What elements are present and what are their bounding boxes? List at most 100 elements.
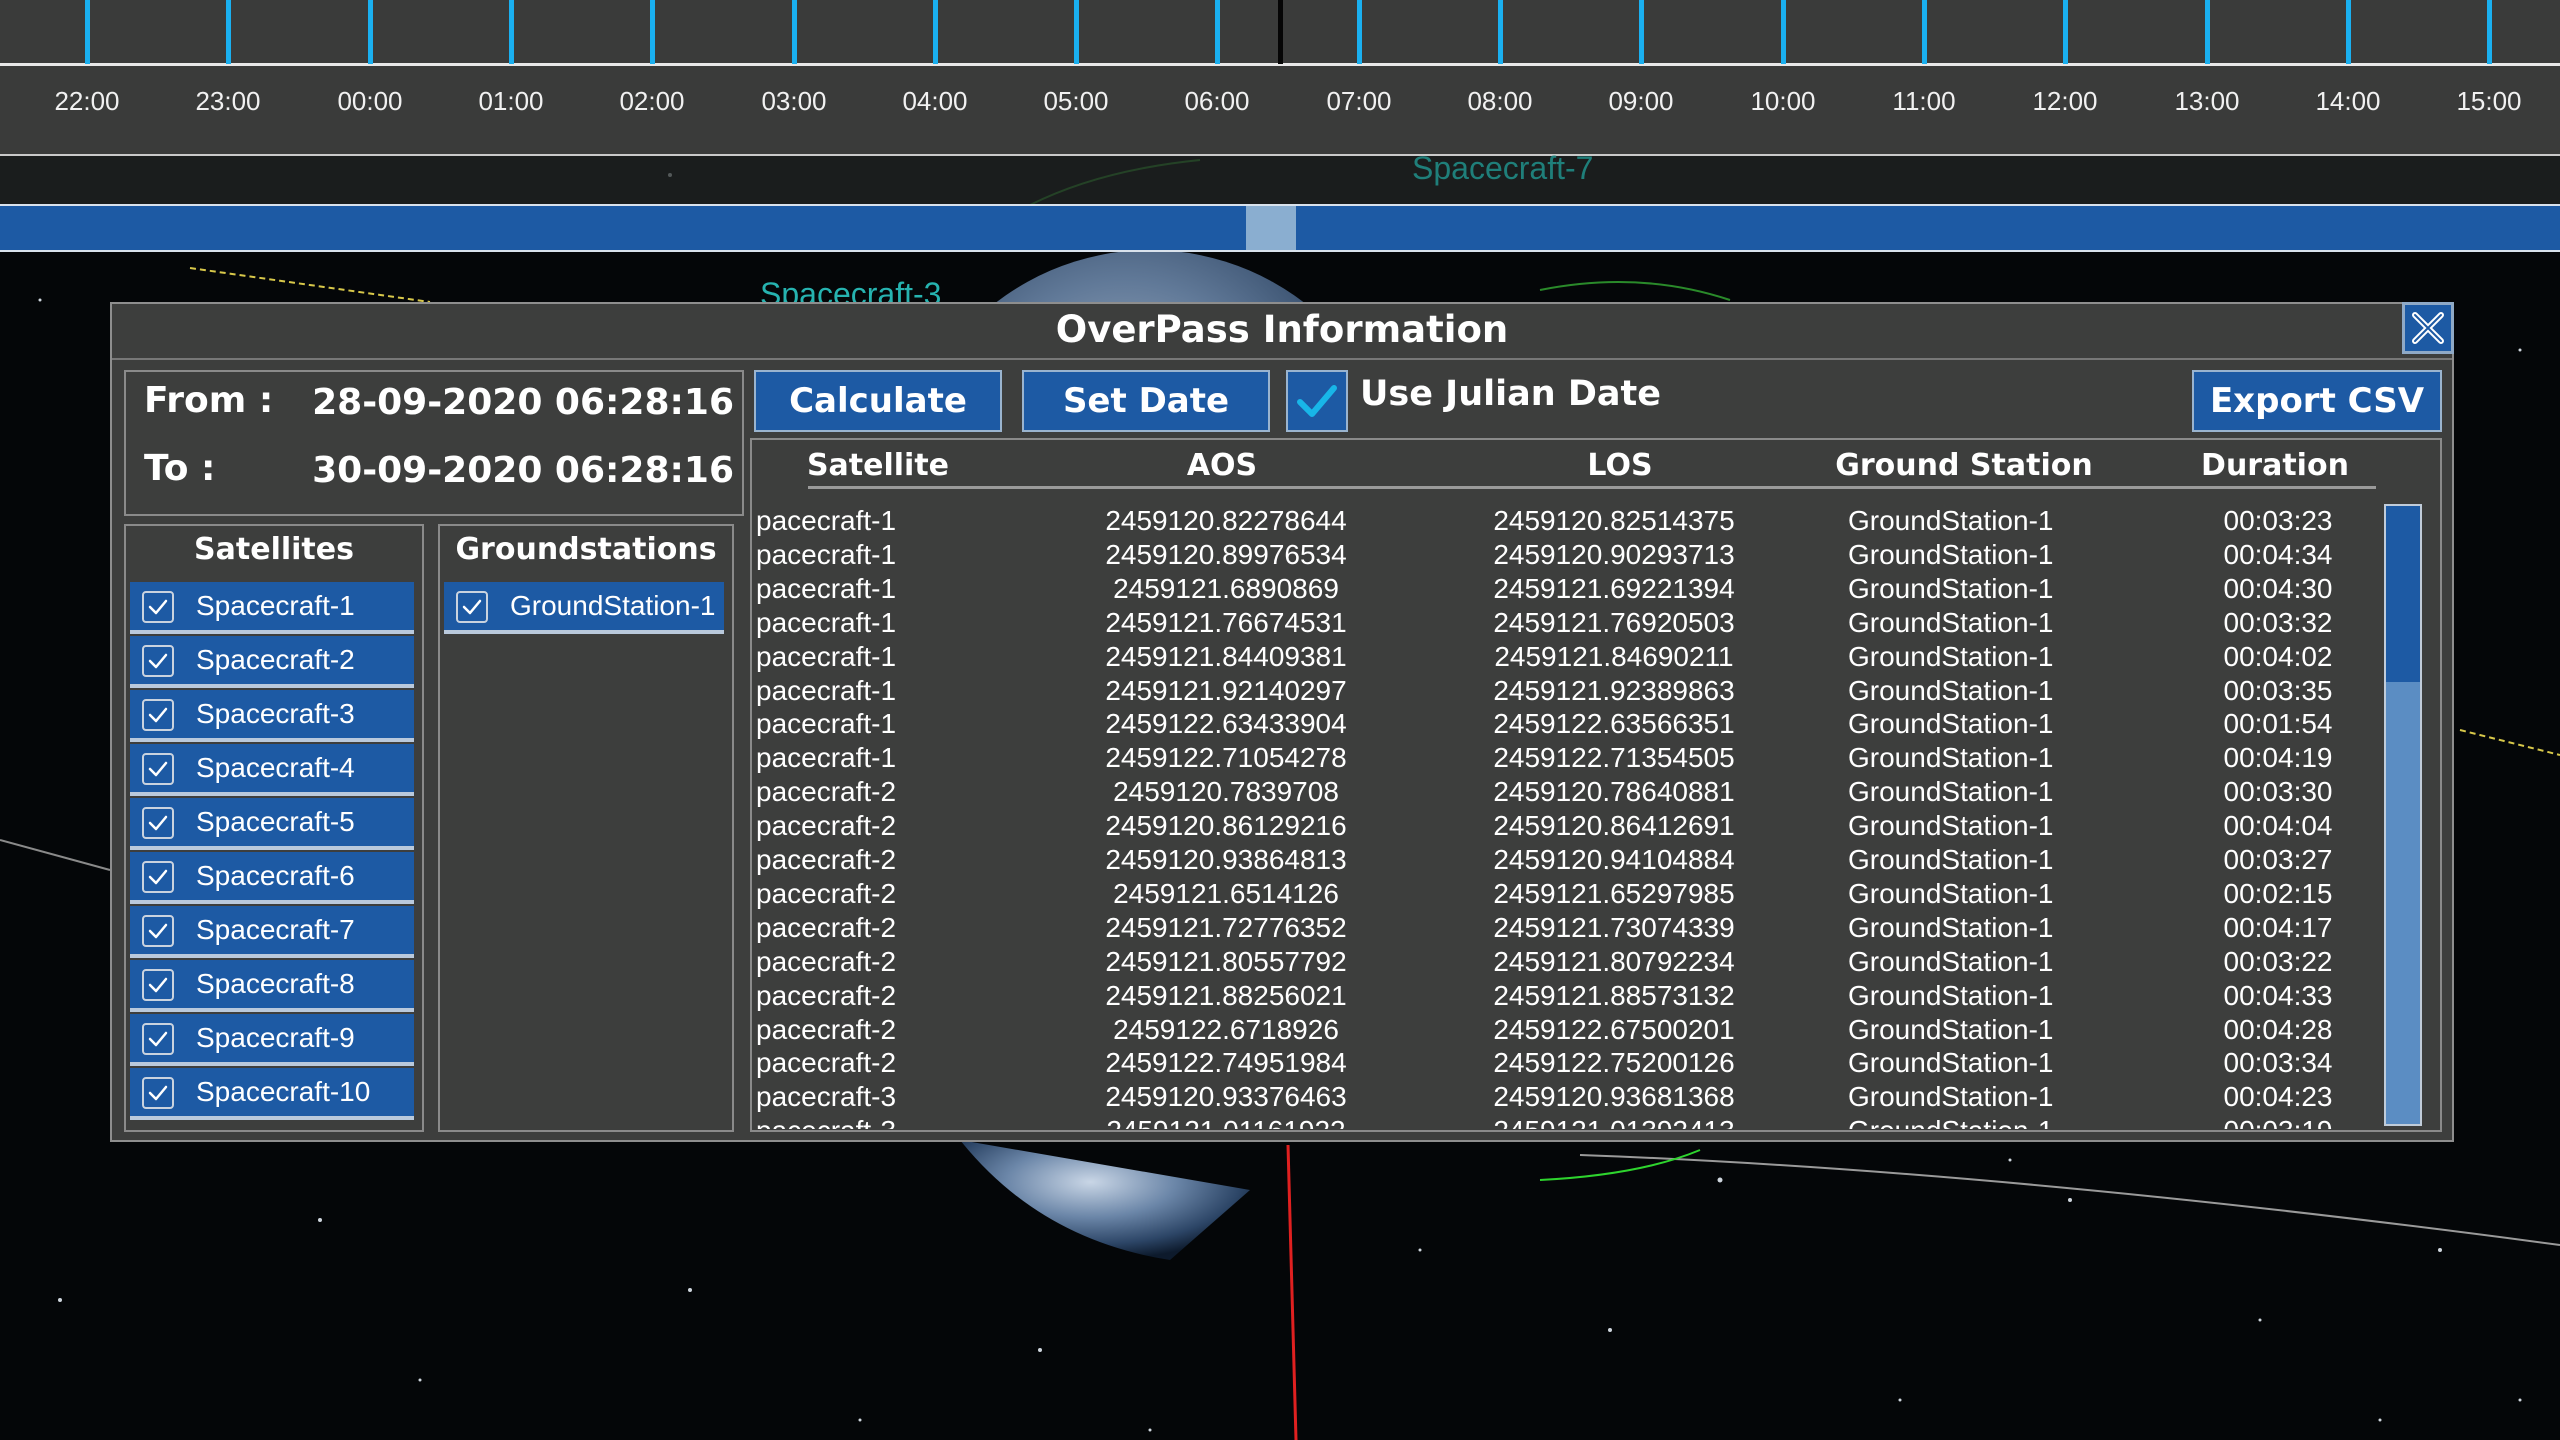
satellite-name: Spacecraft-7 <box>196 914 355 945</box>
table-row[interactable]: pacecraft-2 2459121.88256021 2459121.88573… <box>752 979 2372 1013</box>
timeline-tick <box>1357 0 1362 64</box>
timeline-tick <box>1074 0 1079 64</box>
satellite-list-item[interactable]: Spacecraft-4 <box>130 744 414 796</box>
table-row[interactable]: pacecraft-2 2459122.6718926 2459122.675002… <box>752 1013 2372 1047</box>
timeline-tick <box>368 0 373 64</box>
use-julian-date-checkbox[interactable] <box>1286 370 1348 432</box>
timeline-hour-label: 06:00 <box>1184 86 1250 116</box>
column-header[interactable]: Ground Station <box>1804 448 2124 483</box>
checkbox[interactable] <box>142 969 174 1001</box>
table-cell: GroundStation-1 <box>1848 776 2054 807</box>
table-cell: 2459121.76674531 <box>1105 607 1347 638</box>
table-cell: GroundStation-1 <box>1848 1047 2054 1078</box>
table-cell: 2459122.63566351 <box>1493 708 1735 739</box>
satellite-list-item[interactable]: Spacecraft-7 <box>130 906 414 958</box>
checkbox[interactable] <box>142 699 174 731</box>
table-row[interactable]: pacecraft-2 2459121.80557792 2459121.80792… <box>752 945 2372 979</box>
timeline-current-time-marker[interactable] <box>1278 0 1283 64</box>
table-cell: 2459120.93681368 <box>1493 1081 1735 1112</box>
timeline-hour-label: 00:00 <box>337 86 403 116</box>
export-csv-button[interactable]: Export CSV <box>2192 370 2442 432</box>
table-row[interactable]: pacecraft-3 2459120.93376463 2459120.93681… <box>752 1080 2372 1114</box>
checkbox[interactable] <box>456 591 488 623</box>
satellite-list-item[interactable]: Spacecraft-2 <box>130 636 414 688</box>
checkbox[interactable] <box>142 1077 174 1109</box>
column-header[interactable]: Duration <box>2115 448 2435 483</box>
from-date-value[interactable]: 28-09-2020 06:28:16 <box>312 382 734 423</box>
satellite-list-item[interactable]: Spacecraft-5 <box>130 798 414 850</box>
table-cell: 2459122.74951984 <box>1105 1047 1347 1078</box>
table-cell: 2459121.80792234 <box>1493 946 1735 977</box>
column-header[interactable]: AOS <box>1062 448 1382 483</box>
column-header[interactable]: Satellite <box>718 448 1038 483</box>
satellite-list-item[interactable]: Spacecraft-1 <box>130 582 414 634</box>
table-cell: 2459120.86129216 <box>1105 810 1347 841</box>
table-row[interactable]: pacecraft-1 2459121.6890869 2459121.692213… <box>752 572 2372 606</box>
timeline-tick <box>509 0 514 64</box>
checkbox[interactable] <box>142 915 174 947</box>
calculate-button[interactable]: Calculate <box>754 370 1002 432</box>
table-cell: GroundStation-1 <box>1848 810 2054 841</box>
checkbox[interactable] <box>142 645 174 677</box>
table-row[interactable]: pacecraft-1 2459121.84409381 2459121.84690… <box>752 640 2372 674</box>
table-cell: pacecraft-2 <box>756 810 897 841</box>
timeline-tick <box>792 0 797 64</box>
table-row[interactable]: pacecraft-2 2459121.6514126 2459121.652979… <box>752 877 2372 911</box>
to-label: To : <box>144 448 216 489</box>
table-row[interactable]: pacecraft-2 2459121.72776352 2459121.73074… <box>752 911 2372 945</box>
checkmark-icon <box>148 653 168 669</box>
satellite-list-item[interactable]: Spacecraft-9 <box>130 1014 414 1066</box>
checkbox[interactable] <box>142 807 174 839</box>
table-row[interactable]: pacecraft-3 2459121.011619222459121.01392… <box>752 1114 2372 1129</box>
table-scrollbar-thumb[interactable] <box>2386 506 2420 682</box>
groundstation-list-item[interactable]: GroundStation-1 <box>444 582 724 634</box>
table-row[interactable]: pacecraft-2 2459120.93864813 2459120.94104… <box>752 843 2372 877</box>
satellite-list-item[interactable]: Spacecraft-10 <box>130 1068 414 1120</box>
table-cell: GroundStation-1 <box>1848 573 2054 604</box>
table-row[interactable]: pacecraft-1 2459122.71054278 2459122.71354… <box>752 741 2372 775</box>
timeline-tick <box>85 0 90 64</box>
checkbox[interactable] <box>142 1023 174 1055</box>
satellite-name: Spacecraft-1 <box>196 590 355 621</box>
close-button[interactable] <box>2402 302 2454 354</box>
timeline-tick <box>1639 0 1644 64</box>
table-cell: 2459121.84690211 <box>1494 641 1734 672</box>
table-row[interactable]: pacecraft-1 2459120.89976534 2459120.90293… <box>752 538 2372 572</box>
set-date-button[interactable]: Set Date <box>1022 370 1270 432</box>
table-scrollbar[interactable] <box>2384 504 2422 1126</box>
checkbox[interactable] <box>142 591 174 623</box>
timeline[interactable]: 22:00 23:00 00:00 01:00 02:00 03:00 04:00 05:00… <box>0 0 2560 156</box>
to-date-value[interactable]: 30-09-2020 06:28:16 <box>312 450 734 491</box>
table-row[interactable]: pacecraft-1 2459121.92140297 2459121.92389… <box>752 674 2372 708</box>
groundstations-header: Groundstations <box>455 532 717 567</box>
table-row[interactable]: pacecraft-1 2459122.63433904 2459122.63566… <box>752 707 2372 741</box>
time-scrubber[interactable] <box>0 204 2560 252</box>
table-cell: pacecraft-1 <box>756 573 897 604</box>
table-cell: GroundStation-1 <box>1848 1114 2053 1129</box>
table-cell: 2459120.82278644 <box>1105 505 1347 536</box>
table-row[interactable]: pacecraft-2 2459120.86129216 2459120.86412… <box>752 809 2372 843</box>
table-row[interactable]: pacecraft-2 2459120.7839708 2459120.786408… <box>752 775 2372 809</box>
table-row[interactable]: pacecraft-1 2459121.76674531 2459121.76920… <box>752 606 2372 640</box>
table-cell: 2459120.90293713 <box>1493 539 1735 570</box>
table-row[interactable]: pacecraft-1 2459120.82278644 2459120.82514… <box>752 504 2372 538</box>
satellite-list-item[interactable]: Spacecraft-8 <box>130 960 414 1012</box>
satellite-name: Spacecraft-2 <box>196 644 355 675</box>
table-cell: 2459121.01392413 <box>1414 1114 1814 1129</box>
checkmark-icon <box>148 815 168 831</box>
table-cell: pacecraft-2 <box>756 912 897 943</box>
checkbox[interactable] <box>142 753 174 785</box>
time-scrubber-handle[interactable] <box>1246 206 1296 250</box>
checkmark-icon <box>148 1031 168 1047</box>
timeline-tick <box>1781 0 1786 64</box>
table-cell: GroundStation-1 <box>1848 675 2054 706</box>
dialog-title: OverPass Information <box>1055 308 1509 351</box>
table-cell: GroundStation-1 <box>1848 1014 2054 1045</box>
column-header[interactable]: LOS <box>1460 448 1780 483</box>
satellite-list-item[interactable]: Spacecraft-3 <box>130 690 414 742</box>
checkbox[interactable] <box>142 861 174 893</box>
table-cell: 00:04:23 <box>2223 1081 2333 1112</box>
satellite-list-item[interactable]: Spacecraft-6 <box>130 852 414 904</box>
table-row[interactable]: pacecraft-2 2459122.74951984 2459122.75200… <box>752 1046 2372 1080</box>
overpass-table[interactable]: pacecraft-1 2459120.82278644 2459120.82514… <box>752 504 2372 1129</box>
